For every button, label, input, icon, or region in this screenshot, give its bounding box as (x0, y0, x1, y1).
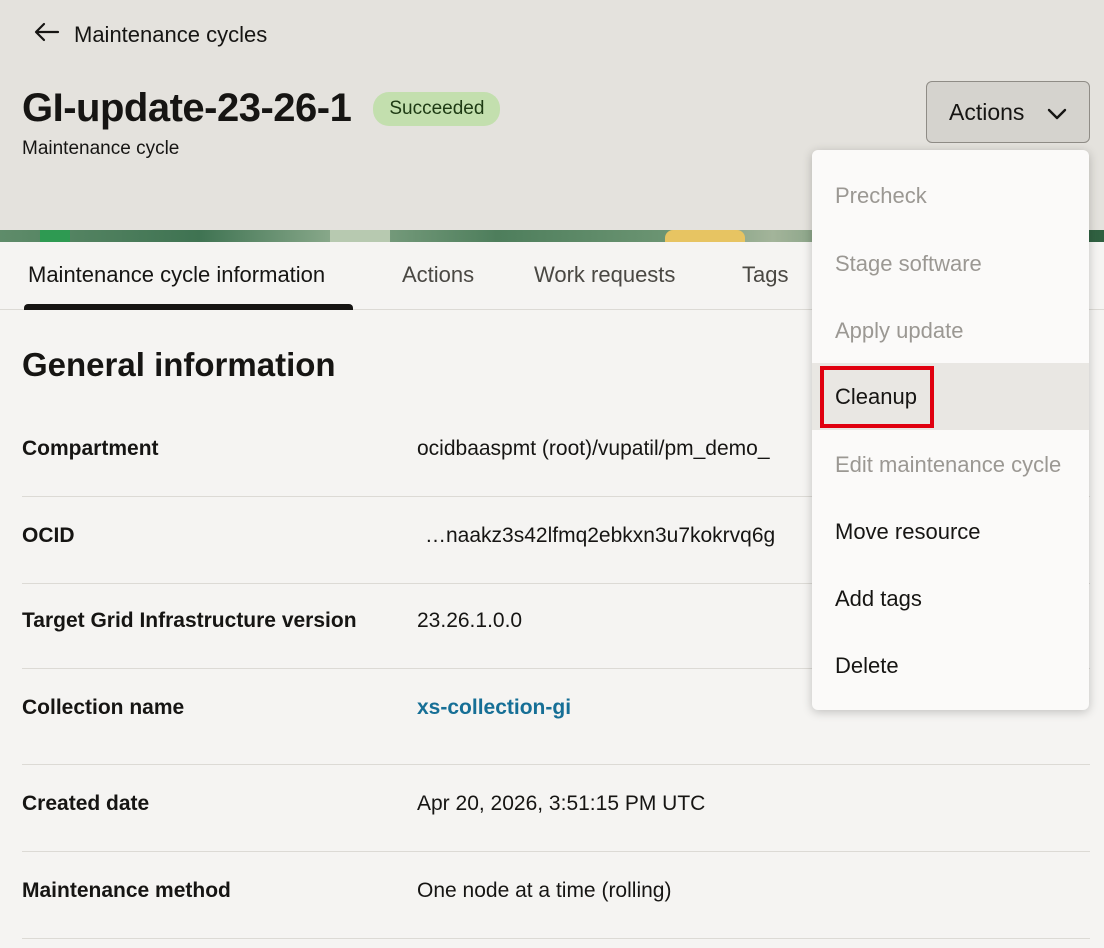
status-badge: Succeeded (373, 91, 501, 126)
tab-work-requests[interactable]: Work requests (534, 262, 675, 288)
arrow-left-icon (34, 22, 60, 48)
actions-dropdown-button[interactable]: Actions (926, 81, 1090, 143)
detail-value: ocidbaaspmt (root)/vupatil/pm_demo_ (417, 437, 770, 460)
menu-item-stage-software[interactable]: Stage software (812, 230, 1089, 297)
section-title: General information (22, 346, 336, 383)
tab-actions[interactable]: Actions (402, 262, 474, 288)
detail-label: Created date (22, 792, 150, 815)
detail-value: One node at a time (rolling) (417, 879, 672, 902)
menu-item-precheck[interactable]: Precheck (812, 162, 1089, 229)
detail-label: Collection name (22, 696, 185, 719)
menu-item-move-resource[interactable]: Move resource (812, 498, 1089, 565)
ocid-value: …naakz3s42lfmq2ebkxn3u7kokrvq6g (425, 524, 776, 547)
tab-maintenance-cycle-information[interactable]: Maintenance cycle information (28, 262, 325, 288)
detail-value: Apr 20, 2026, 3:51:15 PM UTC (417, 792, 706, 815)
page-subtitle: Maintenance cycle (22, 138, 180, 159)
menu-item-edit-maintenance-cycle[interactable]: Edit maintenance cycle (812, 431, 1089, 498)
detail-label: Compartment (22, 437, 159, 460)
detail-label: Target Grid Infrastructure version (22, 609, 357, 632)
detail-label: Maintenance method (22, 879, 231, 902)
page-title: GI-update-23-26-1 (22, 86, 352, 130)
detail-row-created-date: Created date Apr 20, 2026, 3:51:15 PM UT… (22, 765, 1090, 852)
detail-label: OCID (22, 524, 75, 547)
title-row: GI-update-23-26-1 Succeeded (22, 86, 501, 131)
back-link-label: Maintenance cycles (74, 22, 268, 47)
actions-button-label: Actions (949, 98, 1025, 125)
actions-menu: Precheck Stage software Apply update Cle… (812, 150, 1089, 710)
back-link[interactable]: Maintenance cycles (34, 20, 267, 50)
collection-name-link[interactable]: xs-collection-gi (417, 696, 571, 720)
cleanup-highlight-box (820, 366, 934, 428)
detail-row-maintenance-method: Maintenance method One node at a time (r… (22, 852, 1090, 939)
tab-tags[interactable]: Tags (742, 262, 788, 288)
menu-item-add-tags[interactable]: Add tags (812, 565, 1089, 632)
detail-value: 23.26.1.0.0 (417, 609, 523, 632)
active-tab-indicator (24, 304, 353, 310)
menu-item-apply-update[interactable]: Apply update (812, 297, 1089, 364)
menu-item-delete[interactable]: Delete (812, 632, 1089, 699)
chevron-down-icon (1047, 99, 1067, 126)
